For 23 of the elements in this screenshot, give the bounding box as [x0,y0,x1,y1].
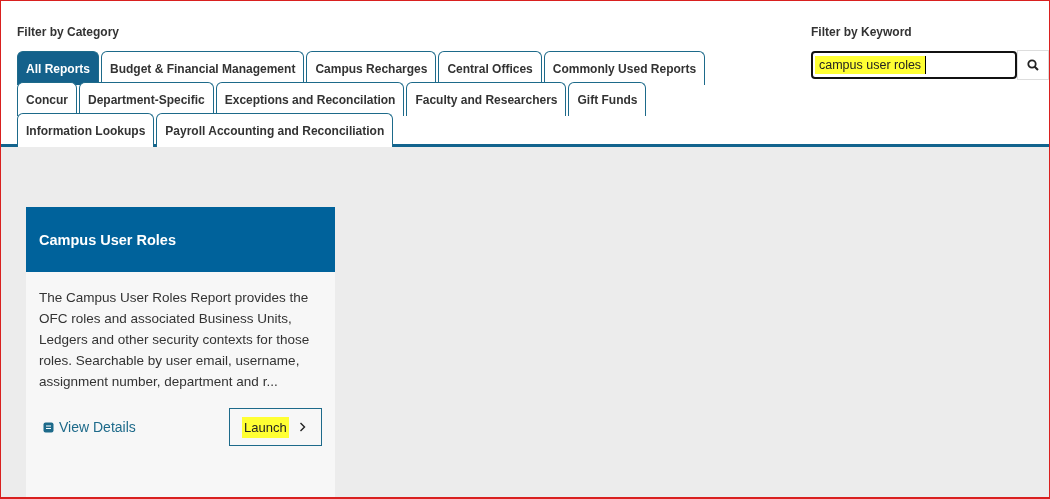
category-tab[interactable]: Faculty and Researchers [406,82,567,116]
search-button[interactable] [1017,50,1049,80]
filter-label: Filter by Category [17,25,121,39]
search-field[interactable]: campus user roles [811,51,1018,79]
category-tab[interactable]: Commonly Used Reports [543,51,706,85]
chevron-right-icon [298,422,306,432]
category-tab[interactable]: Information Lookups [17,113,155,147]
category-tab[interactable]: Central Offices [438,51,542,85]
category-tab[interactable]: All Reports [17,51,99,85]
category-tab[interactable]: Department-Specific [79,82,214,116]
category-tab[interactable]: Payroll Accounting and Reconciliation [156,113,394,147]
view-details-link[interactable]: View Details [43,419,136,435]
filter-label: Filter by Keyword [811,25,913,39]
category-tab[interactable]: Campus Recharges [306,51,437,85]
search-icon [1027,59,1040,71]
category-tab[interactable]: Concur [17,82,77,116]
card-title: Campus User Roles [39,231,176,248]
category-tab[interactable]: Budget & Financial Management [101,51,305,85]
launch-button[interactable]: Launch [229,408,322,446]
category-tab[interactable]: Gift Funds [568,82,647,116]
category-tab[interactable]: Exceptions and Reconcilation [215,82,405,116]
card-description: The Campus User Roles Report provides the OFC roles and associated Business Units, Ledgers and other security contexts for those roles. Searchable by user email, username, assignment number, department and r... [38,289,311,391]
document-icon [43,421,54,433]
